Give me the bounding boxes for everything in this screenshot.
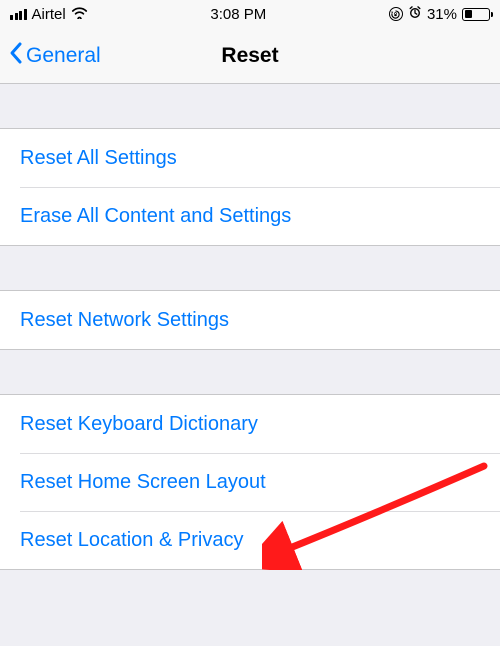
status-right: 31% bbox=[389, 5, 490, 23]
group-2: Reset Network Settings bbox=[0, 290, 500, 350]
nav-bar: General Reset bbox=[0, 28, 500, 84]
row-label: Reset Location & Privacy bbox=[20, 529, 243, 552]
carrier-label: Airtel bbox=[32, 6, 66, 23]
reset-all-settings[interactable]: Reset All Settings bbox=[0, 129, 500, 187]
erase-all-content[interactable]: Erase All Content and Settings bbox=[0, 187, 500, 245]
alarm-icon bbox=[408, 5, 422, 23]
signal-icon bbox=[10, 9, 27, 20]
clock: 3:08 PM bbox=[210, 6, 266, 23]
row-label: Reset Keyboard Dictionary bbox=[20, 413, 258, 436]
wifi-icon bbox=[71, 6, 88, 22]
row-label: Erase All Content and Settings bbox=[20, 205, 291, 228]
battery-percent: 31% bbox=[427, 6, 457, 23]
row-label: Reset All Settings bbox=[20, 147, 177, 170]
group-3: Reset Keyboard Dictionary Reset Home Scr… bbox=[0, 394, 500, 570]
status-left: Airtel bbox=[10, 6, 88, 23]
battery-icon bbox=[462, 8, 490, 21]
status-bar: Airtel 3:08 PM 31% bbox=[0, 0, 500, 28]
row-label: Reset Home Screen Layout bbox=[20, 471, 266, 494]
page-title: Reset bbox=[221, 44, 278, 68]
back-label: General bbox=[26, 44, 101, 68]
group-1: Reset All Settings Erase All Content and… bbox=[0, 128, 500, 246]
reset-network-settings[interactable]: Reset Network Settings bbox=[0, 291, 500, 349]
content: Reset All Settings Erase All Content and… bbox=[0, 84, 500, 570]
chevron-left-icon bbox=[8, 41, 24, 71]
reset-home-screen-layout[interactable]: Reset Home Screen Layout bbox=[0, 453, 500, 511]
reset-keyboard-dictionary[interactable]: Reset Keyboard Dictionary bbox=[0, 395, 500, 453]
reset-location-privacy[interactable]: Reset Location & Privacy bbox=[0, 511, 500, 569]
orientation-lock-icon bbox=[389, 7, 403, 21]
back-button[interactable]: General bbox=[8, 41, 101, 71]
row-label: Reset Network Settings bbox=[20, 309, 229, 332]
